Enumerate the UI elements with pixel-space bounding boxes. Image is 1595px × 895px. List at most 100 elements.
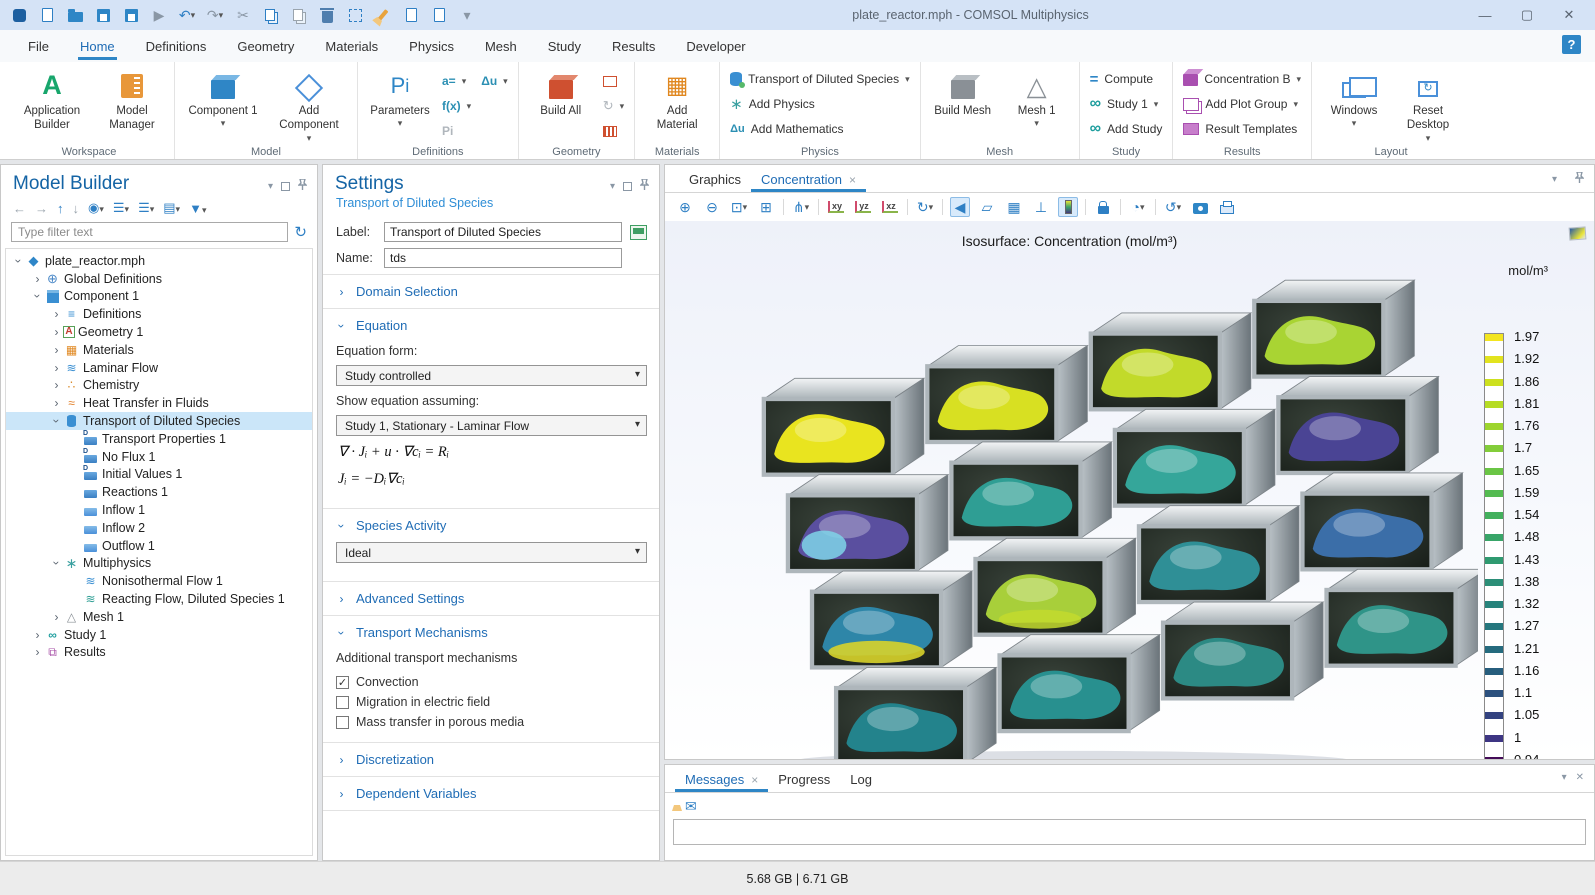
plot-area[interactable]: Isosurface: Concentration (mol/m³) mol/m… [665,221,1594,759]
minimize-button[interactable]: — [1465,2,1505,28]
section-species-activity[interactable]: ›Species Activity [323,509,659,542]
nonlocal-couplings-button[interactable]: Δu▾ [481,72,508,90]
customize-toolbar-icon[interactable]: ▾ [458,6,476,24]
compute-button[interactable]: =Compute [1090,70,1163,88]
preview-selection-icon[interactable] [430,6,448,24]
copy-icon[interactable] [262,6,280,24]
tree-item-inflow-2[interactable]: ›Inflow 2 [6,519,312,537]
expander-icon[interactable]: › [31,290,45,303]
tree-item-study-1[interactable]: ›∞Study 1 [6,626,312,644]
tree-item-reacting-flow-diluted-species-1[interactable]: ›≋Reacting Flow, Diluted Species 1 [6,590,312,608]
parameter-case-button[interactable]: Pi [442,122,471,140]
zoom-in-icon[interactable]: ⊕ [675,197,695,217]
zoom-extents-icon[interactable]: ⊞ [756,197,776,217]
add-plot-group-button[interactable]: Add Plot Group▾ [1183,95,1301,113]
rebuild-button[interactable]: ↻▾ [603,97,624,115]
section-domain-selection[interactable]: ›Domain Selection [323,275,659,308]
menu-definitions[interactable]: Definitions [144,33,209,60]
close-tab-icon[interactable]: × [849,173,856,187]
menu-mesh[interactable]: Mesh [483,33,519,60]
tree-item-chemistry[interactable]: ›∴Chemistry [6,377,312,395]
application-builder-button[interactable]: A Application Builder [14,68,90,133]
render-label-icon[interactable] [630,225,647,240]
new-file-icon[interactable] [38,6,56,24]
lock-view-icon[interactable] [1093,197,1113,217]
grid-icon[interactable]: ▦ [1004,197,1024,217]
plot-thumbnail-icon[interactable] [1569,226,1587,240]
show-equation-select[interactable]: Study 1, Stationary - Laminar Flow [336,415,647,436]
snapshot-icon[interactable] [1190,197,1210,217]
view-xy-icon[interactable]: xy [826,197,846,217]
tree-item-transport-of-diluted-species[interactable]: ›Transport of Diluted Species [6,412,312,430]
preview-icon[interactable] [402,6,420,24]
equation-form-select[interactable]: Study controlled [336,365,647,386]
rotate-icon[interactable]: ↻▾ [915,197,935,217]
view-yz-icon[interactable]: yz [853,197,873,217]
section-advanced-settings[interactable]: ›Advanced Settings [323,582,659,615]
menu-developer[interactable]: Developer [684,33,747,60]
help-button[interactable]: ? [1562,35,1581,54]
mesh-1-button[interactable]: △ Mesh 1 ▾ [1005,68,1069,130]
expander-icon[interactable]: › [31,645,44,659]
parameters-button[interactable]: Pi Parameters ▾ [368,68,432,140]
default-view-icon[interactable]: ⋔▾ [791,197,811,217]
expander-icon[interactable]: › [50,415,64,428]
undo-icon[interactable]: ↶▾ [178,6,196,24]
expander-icon[interactable]: › [31,628,44,642]
expander-icon[interactable]: › [50,378,63,392]
plot-group-button[interactable]: Concentration B▾ [1183,70,1301,88]
build-mesh-button[interactable]: Build Mesh [931,68,995,130]
move-down-icon[interactable]: ↓ [73,201,80,216]
cut-icon[interactable]: ✂ [234,6,252,24]
expander-icon[interactable]: › [50,325,63,339]
add-study-button[interactable]: ∞Add Study [1090,120,1163,138]
model-tree-nodes-icon[interactable]: ▤▾ [163,200,180,216]
tab-graphics[interactable]: Graphics [679,167,751,192]
build-all-button[interactable]: Build All [529,68,593,140]
physics-interface-button[interactable]: Transport of Diluted Species▾ [730,70,910,88]
tree-item-heat-transfer-in-fluids[interactable]: ›≈Heat Transfer in Fluids [6,394,312,412]
delete-icon[interactable] [318,6,336,24]
checkbox-migration-in-electric-field[interactable]: Migration in electric field [336,692,647,712]
panel-menu-icon[interactable]: ▾ [610,181,615,192]
expander-icon[interactable]: › [50,343,63,357]
tree-item-definitions[interactable]: ›≡Definitions [6,305,312,323]
result-templates-button[interactable]: Result Templates [1183,120,1301,138]
tree-item-outflow-1[interactable]: ›Outflow 1 [6,537,312,555]
checkbox-convection[interactable]: ✓Convection [336,672,647,692]
filter-input[interactable] [11,222,288,242]
tab-messages[interactable]: Messages× [675,767,768,792]
functions-button[interactable]: f(x)▾ [442,97,471,115]
study-1-button[interactable]: ∞Study 1▾ [1090,95,1163,113]
update-plot-icon[interactable]: ↺▾ [1163,197,1183,217]
axis-orientation-icon[interactable]: ⊥ [1031,197,1051,217]
menu-materials[interactable]: Materials [323,33,380,60]
forward-icon[interactable]: → [35,201,48,216]
add-material-button[interactable]: ▦ Add Material [645,68,709,133]
tree-item-no-flux-1[interactable]: ›No Flux 1 [6,448,312,466]
pin-icon[interactable] [298,179,307,194]
reset-desktop-button[interactable]: ↻ Reset Desktop ▾ [1396,68,1460,144]
tree-item-transport-properties-1[interactable]: ›Transport Properties 1 [6,430,312,448]
scene-light-icon[interactable]: ◀ [950,197,970,217]
import-geometry-button[interactable] [603,72,624,90]
panel-menu-icon[interactable]: ▾ [268,181,273,192]
print-icon[interactable] [1217,197,1237,217]
expander-icon[interactable]: › [50,610,63,624]
redo-icon[interactable]: ↷▾ [206,6,224,24]
component-1-button[interactable]: Component 1 ▾ [185,68,261,144]
expander-icon[interactable]: › [50,396,63,410]
expander-icon[interactable]: › [12,254,26,267]
variables-button[interactable]: a=▾ [442,72,471,90]
tree-item-reactions-1[interactable]: ›Reactions 1 [6,483,312,501]
tab-concentration[interactable]: Concentration× [751,167,866,192]
species-activity-select[interactable]: Ideal [336,542,647,563]
menu-home[interactable]: Home [78,33,117,60]
back-icon[interactable]: ← [13,201,26,216]
tree-item-results[interactable]: ›⧉Results [6,644,312,662]
checkbox-unchecked-icon[interactable] [336,716,349,729]
add-physics-button[interactable]: ∗Add Physics [730,95,910,113]
run-icon[interactable]: ▶ [150,6,168,24]
filter-icon[interactable]: ▼▾ [189,201,206,216]
add-component-button[interactable]: Add Component ▾ [271,68,347,144]
